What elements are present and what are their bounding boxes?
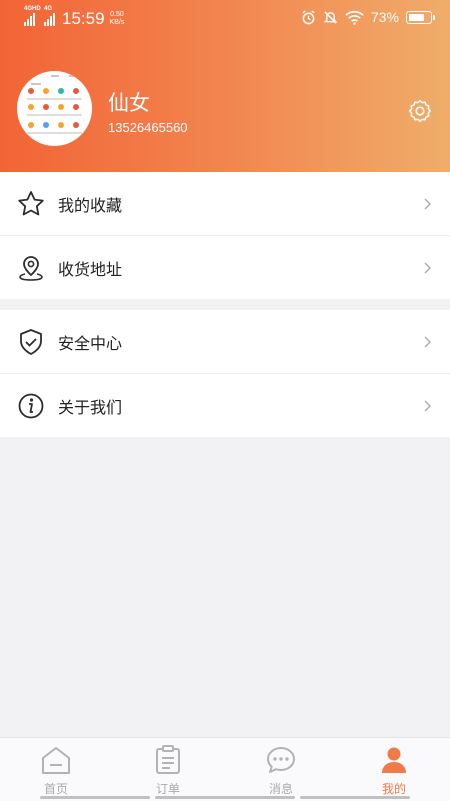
gesture-bar: [40, 796, 150, 799]
network-speed: 0.50 KB/s: [110, 11, 125, 27]
avatar[interactable]: [17, 71, 92, 146]
tab-label: 订单: [155, 782, 180, 796]
info-icon: [18, 393, 44, 419]
gear-icon[interactable]: [407, 98, 433, 124]
message-icon: [267, 747, 295, 773]
menu-item-label: 关于我们: [58, 397, 123, 417]
chevron-right-icon: [424, 198, 431, 209]
menu-item-label: 安全中心: [58, 333, 123, 353]
gesture-bar: [300, 796, 410, 799]
clock: 15:59: [62, 9, 105, 28]
shield-check-icon: [20, 329, 42, 355]
star-icon: [18, 191, 44, 216]
tab-label: 消息: [268, 782, 293, 796]
user-phone: 13526465560: [108, 120, 188, 135]
tab-messages[interactable]: 消息: [225, 738, 337, 801]
chevron-right-icon: [424, 400, 431, 411]
gesture-bar: [155, 796, 295, 799]
user-name: 仙女: [108, 91, 150, 115]
order-list-icon: [156, 745, 180, 774]
wifi-icon: [345, 10, 364, 25]
tab-label: 首页: [43, 782, 68, 796]
mute-icon: [323, 10, 338, 24]
menu-item-address[interactable]: 收货地址: [0, 235, 450, 299]
menu-item-label: 收货地址: [58, 259, 123, 279]
profile-header: 4GHD 4G 15:59 0.50 KB/s 73% 仙女 135264655…: [0, 0, 450, 172]
tab-home[interactable]: 首页: [0, 738, 112, 801]
signal-icon: 4G: [44, 6, 55, 26]
speed-value: 0.50: [110, 11, 124, 18]
battery-percent: 73%: [370, 9, 399, 25]
menu-group-1: 我的收藏 收货地址: [0, 172, 450, 299]
menu-item-label: 我的收藏: [58, 195, 123, 215]
speed-unit: KB/s: [109, 19, 125, 26]
battery-fill: [409, 13, 424, 21]
alarm-icon: [302, 9, 315, 24]
tab-orders[interactable]: 订单: [112, 738, 224, 801]
home-icon: [42, 747, 70, 774]
network-label: 4G: [24, 6, 33, 12]
bottom-tab-bar: 首页 订单 消息 我的: [0, 737, 450, 801]
user-icon: [382, 747, 406, 773]
menu-item-favorites[interactable]: 我的收藏: [0, 172, 450, 235]
menu-group-2: 安全中心 关于我们: [0, 310, 450, 437]
location-pin-icon: [19, 256, 43, 281]
network-label: 4G: [44, 6, 53, 12]
menu-item-security[interactable]: 安全中心: [0, 310, 450, 373]
signal-icon: 4GHD: [24, 6, 41, 26]
chevron-right-icon: [424, 262, 431, 273]
menu-item-about[interactable]: 关于我们: [0, 373, 450, 437]
chevron-right-icon: [424, 336, 431, 347]
battery-icon: [406, 10, 435, 24]
network-suffix: HD: [32, 6, 41, 12]
status-bar: 4GHD 4G 15:59 0.50 KB/s 73%: [0, 0, 450, 36]
tab-mine[interactable]: 我的: [338, 738, 450, 801]
tab-label: 我的: [381, 782, 406, 796]
